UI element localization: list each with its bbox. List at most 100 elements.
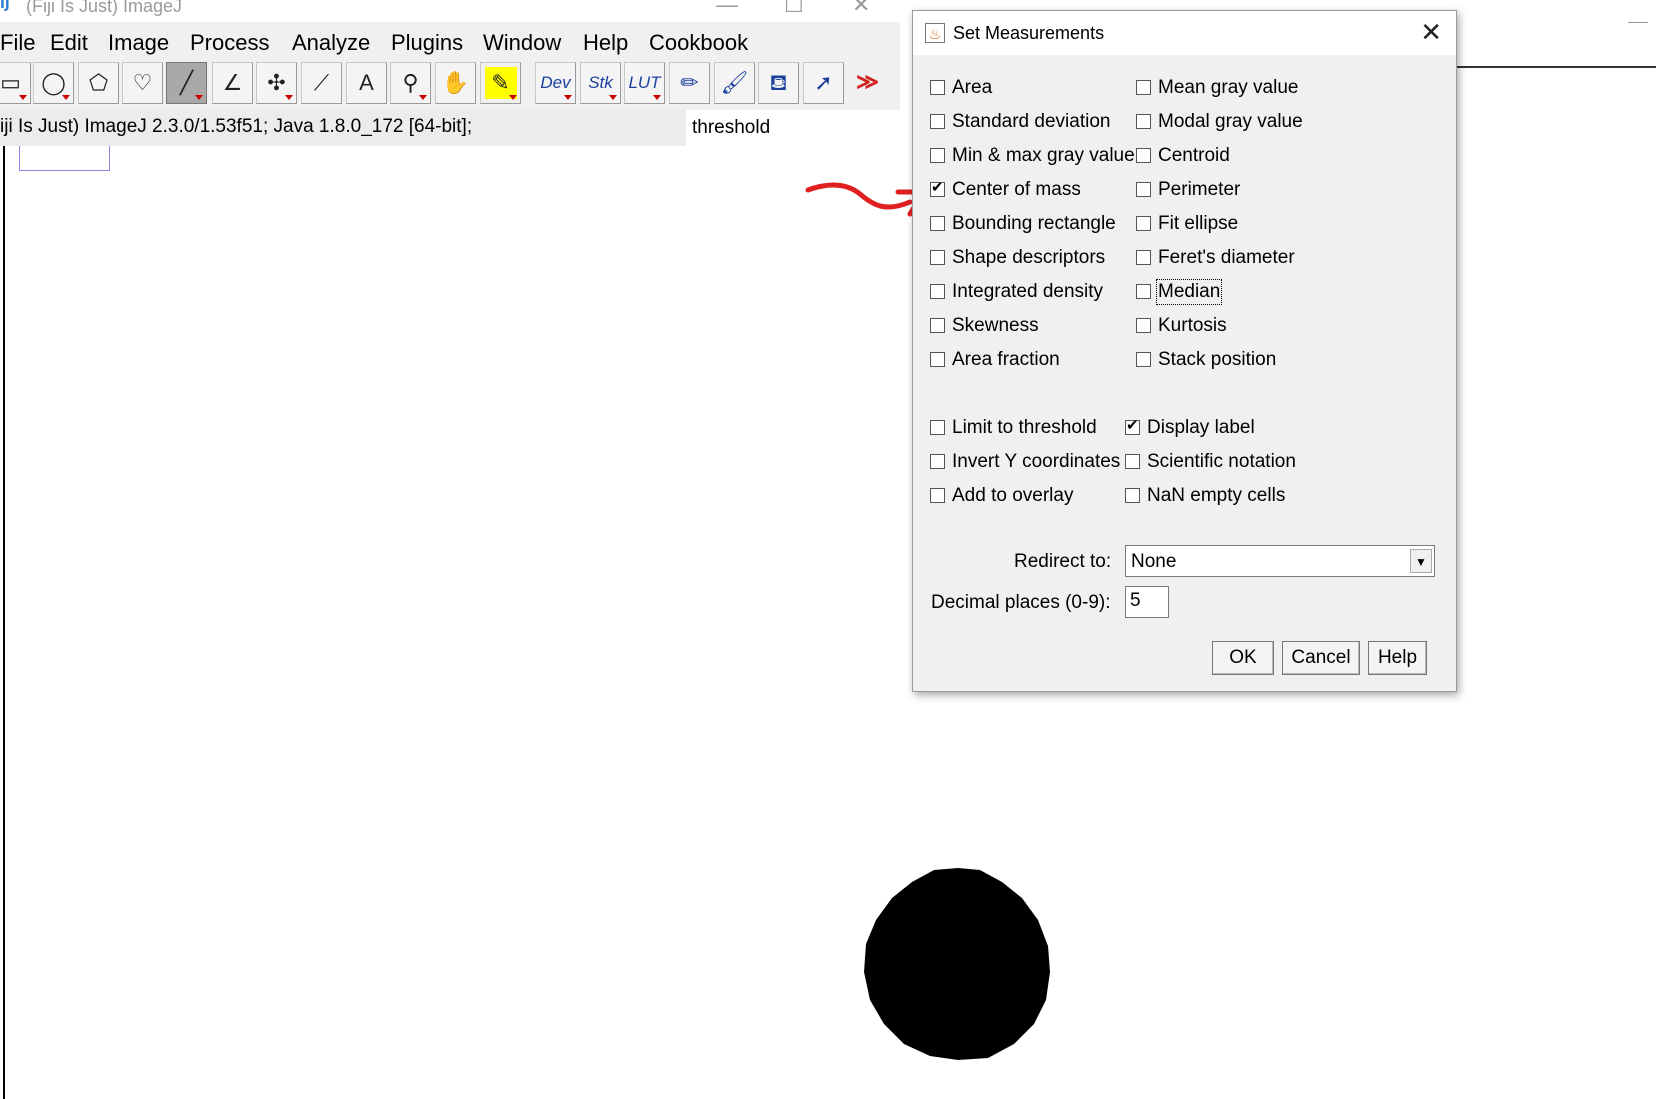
pencil-icon: ✏ bbox=[680, 70, 699, 95]
menu-bar: File Edit Image Process Analyze Plugins … bbox=[0, 28, 900, 62]
minimize-icon[interactable]: — bbox=[716, 0, 738, 16]
chevron-down-icon[interactable]: ▼ bbox=[1410, 549, 1432, 573]
more-tools-button[interactable]: ≫ bbox=[847, 62, 888, 104]
checkbox-box[interactable] bbox=[930, 488, 945, 503]
checkbox-label: Perimeter bbox=[1158, 179, 1241, 200]
oval-icon: ◯ bbox=[41, 70, 66, 95]
cancel-button[interactable]: Cancel bbox=[1282, 641, 1360, 675]
stk-icon: Stk bbox=[588, 73, 613, 92]
checkbox-box[interactable] bbox=[1125, 488, 1140, 503]
imagej-titlebar: IJ (Fiji Is Just) ImageJ — ☐ ✕ bbox=[0, 0, 900, 22]
checkbox-box[interactable] bbox=[930, 80, 945, 95]
help-button[interactable]: Help bbox=[1368, 641, 1427, 675]
checkbox-label: Centroid bbox=[1158, 145, 1230, 166]
menu-image[interactable]: Image bbox=[108, 30, 169, 56]
image-window-border bbox=[3, 138, 5, 1099]
menu-plugins[interactable]: Plugins bbox=[391, 30, 463, 56]
dev-menu-tool[interactable]: Dev bbox=[535, 62, 576, 104]
pencil-tool[interactable]: ✏ bbox=[669, 62, 710, 104]
maximize-icon[interactable]: ☐ bbox=[784, 0, 804, 16]
checkbox-box[interactable] bbox=[930, 114, 945, 129]
oval-tool[interactable]: ◯ bbox=[33, 62, 74, 104]
checkbox-label: Skewness bbox=[952, 315, 1039, 336]
checkbox-box[interactable] bbox=[930, 352, 945, 367]
line-tool[interactable]: ╱ bbox=[166, 62, 207, 104]
checkbox-label: Kurtosis bbox=[1158, 315, 1227, 336]
menu-window[interactable]: Window bbox=[483, 30, 561, 56]
text-tool[interactable]: A bbox=[346, 62, 387, 104]
hand-icon: ✋ bbox=[441, 70, 470, 95]
checkbox-box[interactable] bbox=[930, 216, 945, 231]
menu-process[interactable]: Process bbox=[190, 30, 269, 56]
arrow-icon: ➚ bbox=[814, 70, 833, 95]
close-icon[interactable]: ✕ bbox=[1420, 17, 1442, 48]
checkbox-box[interactable] bbox=[1136, 216, 1151, 231]
java-cup-icon: ♨ bbox=[925, 23, 945, 43]
wand-icon: ⟋ bbox=[313, 70, 330, 95]
checkbox-label: Center of mass bbox=[952, 179, 1081, 200]
checkbox-label: Limit to threshold bbox=[952, 417, 1097, 438]
annotation-arrow bbox=[805, 182, 927, 217]
close-icon[interactable]: ✕ bbox=[852, 0, 870, 16]
stk-menu-tool[interactable]: Stk bbox=[580, 62, 621, 104]
hand-tool[interactable]: ✋ bbox=[435, 62, 476, 104]
lut-menu-tool[interactable]: LUT bbox=[624, 62, 665, 104]
brush-tool[interactable]: 🖌 bbox=[714, 62, 755, 104]
checkbox-box[interactable] bbox=[1136, 182, 1151, 197]
checkbox-box[interactable] bbox=[1125, 416, 1140, 435]
checkbox-box[interactable] bbox=[930, 148, 945, 163]
checkbox-box[interactable] bbox=[930, 454, 945, 469]
flood-fill-tool[interactable]: ⛾ bbox=[758, 62, 799, 104]
magnifier-tool[interactable]: ⚲ bbox=[390, 62, 431, 104]
menu-cookbook[interactable]: Cookbook bbox=[649, 30, 748, 56]
checkbox-box[interactable] bbox=[1136, 148, 1151, 163]
checkbox-label: Mean gray value bbox=[1158, 77, 1299, 98]
checkbox-label: Bounding rectangle bbox=[952, 213, 1116, 234]
imagej-app-icon: IJ bbox=[0, 0, 10, 12]
black-particle[interactable] bbox=[862, 868, 1050, 1060]
checkbox-box[interactable] bbox=[1136, 318, 1151, 333]
window-title: (Fiji Is Just) ImageJ bbox=[26, 0, 183, 16]
imagej-main-window: IJ (Fiji Is Just) ImageJ — ☐ ✕ File Edit… bbox=[0, 0, 900, 146]
checkbox-box[interactable] bbox=[930, 250, 945, 265]
checkbox-label: Scientific notation bbox=[1147, 451, 1296, 472]
checkbox-box[interactable] bbox=[930, 178, 945, 197]
checkbox-box[interactable] bbox=[1136, 114, 1151, 129]
dialog-title: Set Measurements bbox=[953, 23, 1105, 43]
arrow-tool[interactable]: ➚ bbox=[803, 62, 844, 104]
wand-tool[interactable]: ⟋ bbox=[301, 62, 342, 104]
multipoint-tool[interactable]: ✣ bbox=[256, 62, 297, 104]
menu-analyze[interactable]: Analyze bbox=[292, 30, 370, 56]
search-field[interactable]: threshold bbox=[686, 110, 900, 146]
checkbox-label: Fit ellipse bbox=[1158, 213, 1239, 234]
checkbox-box[interactable] bbox=[1136, 284, 1151, 299]
redirect-select[interactable]: None ▼ bbox=[1125, 545, 1435, 577]
checkbox-box[interactable] bbox=[930, 318, 945, 333]
tool-bar: ▭ ◯ ⬠ ♡ ╱ ∠ ✣ ⟋ A ⚲ ✋ ✎ Dev Stk LUT ✏ 🖌 … bbox=[0, 60, 900, 108]
dev-icon: Dev bbox=[540, 73, 571, 92]
window-minimize-hint bbox=[1628, 22, 1648, 23]
angle-icon: ∠ bbox=[222, 70, 243, 95]
polygon-tool[interactable]: ⬠ bbox=[78, 62, 119, 104]
decimal-places-input[interactable]: 5 bbox=[1125, 586, 1169, 618]
color-picker-tool[interactable]: ✎ bbox=[480, 62, 521, 104]
checkbox-label: Integrated density bbox=[952, 281, 1104, 302]
menu-file[interactable]: File bbox=[0, 30, 35, 56]
checkbox-label: Feret's diameter bbox=[1158, 247, 1295, 268]
checkbox-box[interactable] bbox=[1136, 250, 1151, 265]
redirect-label: Redirect to: bbox=[1014, 551, 1112, 572]
checkbox-box[interactable] bbox=[930, 284, 945, 299]
checkbox-label: Display label bbox=[1147, 417, 1255, 438]
menu-edit[interactable]: Edit bbox=[50, 30, 88, 56]
rectangle-tool[interactable]: ▭ bbox=[0, 62, 31, 104]
freehand-tool[interactable]: ♡ bbox=[122, 62, 163, 104]
ok-button[interactable]: OK bbox=[1212, 641, 1274, 675]
checkbox-box[interactable] bbox=[1136, 80, 1151, 95]
checkbox-box[interactable] bbox=[1125, 454, 1140, 469]
checkbox-box[interactable] bbox=[1136, 352, 1151, 367]
freehand-icon: ♡ bbox=[132, 70, 153, 95]
checkbox-label: Shape descriptors bbox=[952, 247, 1106, 268]
angle-tool[interactable]: ∠ bbox=[212, 62, 253, 104]
menu-help[interactable]: Help bbox=[583, 30, 628, 56]
checkbox-box[interactable] bbox=[930, 420, 945, 435]
